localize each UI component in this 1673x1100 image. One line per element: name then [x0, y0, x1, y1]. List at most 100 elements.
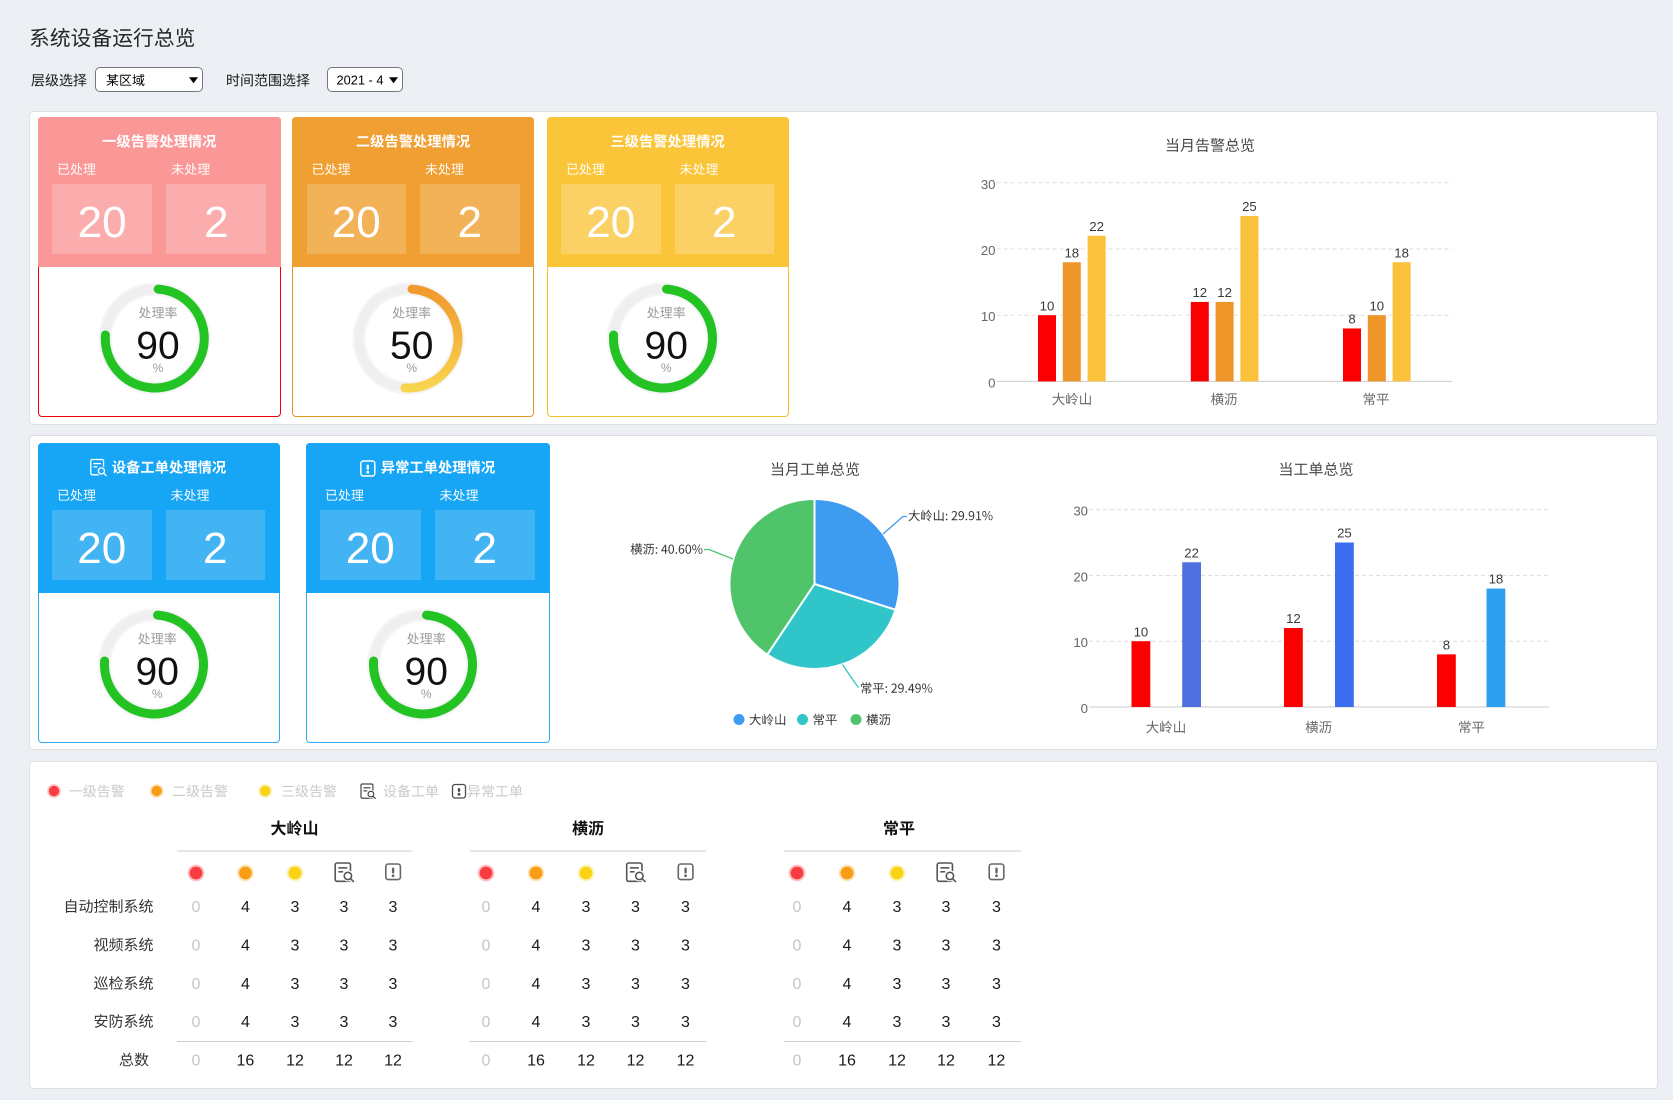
- svg-text:4: 4: [843, 899, 852, 916]
- svg-text:20: 20: [78, 198, 127, 247]
- svg-text:20: 20: [586, 198, 635, 247]
- svg-text:20: 20: [77, 524, 126, 573]
- svg-text:3: 3: [681, 1014, 690, 1031]
- svg-text:3: 3: [389, 937, 398, 954]
- svg-text:0: 0: [482, 976, 491, 993]
- svg-text:16: 16: [527, 1052, 545, 1069]
- svg-text:12: 12: [286, 1052, 304, 1069]
- svg-text:0: 0: [793, 976, 802, 993]
- svg-text:0: 0: [482, 1014, 491, 1031]
- svg-text:0: 0: [793, 899, 802, 916]
- svg-text:2: 2: [473, 524, 497, 573]
- svg-text:10: 10: [981, 309, 996, 324]
- svg-text:3: 3: [992, 937, 1001, 954]
- svg-text:3: 3: [291, 899, 300, 916]
- svg-text:12: 12: [677, 1052, 695, 1069]
- svg-text:%: %: [406, 361, 417, 375]
- svg-text:3: 3: [389, 899, 398, 916]
- svg-text:4: 4: [843, 937, 852, 954]
- svg-text:3: 3: [893, 937, 902, 954]
- svg-text:3: 3: [340, 937, 349, 954]
- svg-text:3: 3: [340, 899, 349, 916]
- svg-text:3: 3: [942, 976, 951, 993]
- svg-text:3: 3: [631, 899, 640, 916]
- svg-text:4: 4: [532, 1014, 541, 1031]
- svg-text:3: 3: [942, 1014, 951, 1031]
- svg-text:18: 18: [1394, 245, 1409, 260]
- svg-text:2: 2: [204, 198, 228, 247]
- svg-text:3: 3: [389, 976, 398, 993]
- svg-text:3: 3: [893, 899, 902, 916]
- svg-text:12: 12: [1192, 285, 1207, 300]
- svg-text:8: 8: [1348, 312, 1355, 327]
- svg-text:8: 8: [1443, 638, 1450, 653]
- svg-text:20: 20: [981, 243, 996, 258]
- svg-text:4: 4: [532, 899, 541, 916]
- svg-text:3: 3: [582, 976, 591, 993]
- svg-text:3: 3: [992, 976, 1001, 993]
- svg-text:16: 16: [237, 1052, 255, 1069]
- svg-text:4: 4: [532, 976, 541, 993]
- svg-text:0: 0: [1081, 701, 1088, 716]
- svg-text:20: 20: [346, 524, 395, 573]
- svg-text:10: 10: [1073, 635, 1088, 650]
- svg-text:3: 3: [893, 976, 902, 993]
- svg-text:3: 3: [681, 937, 690, 954]
- svg-text:20: 20: [1073, 569, 1088, 584]
- svg-text:3: 3: [631, 976, 640, 993]
- svg-text:12: 12: [937, 1052, 955, 1069]
- svg-text:0: 0: [988, 375, 995, 390]
- svg-text:3: 3: [291, 976, 300, 993]
- svg-text:4: 4: [843, 976, 852, 993]
- svg-text:2: 2: [203, 524, 227, 573]
- svg-text:3: 3: [893, 1014, 902, 1031]
- svg-text:4: 4: [241, 1014, 250, 1031]
- svg-text:12: 12: [335, 1052, 353, 1069]
- svg-text:12: 12: [627, 1052, 645, 1069]
- svg-text:3: 3: [631, 937, 640, 954]
- svg-text:22: 22: [1089, 219, 1104, 234]
- svg-text:%: %: [661, 361, 672, 375]
- svg-text:22: 22: [1184, 545, 1199, 560]
- svg-text:3: 3: [582, 937, 591, 954]
- svg-text:10: 10: [1369, 298, 1384, 313]
- svg-text:0: 0: [793, 937, 802, 954]
- svg-text:25: 25: [1242, 199, 1257, 214]
- svg-text:3: 3: [340, 1014, 349, 1031]
- svg-text:0: 0: [793, 1052, 802, 1069]
- svg-text:3: 3: [942, 899, 951, 916]
- svg-text:4: 4: [241, 899, 250, 916]
- svg-text:16: 16: [838, 1052, 856, 1069]
- svg-text:2: 2: [712, 198, 736, 247]
- svg-text:0: 0: [482, 1052, 491, 1069]
- svg-text:0: 0: [192, 899, 201, 916]
- svg-text:12: 12: [384, 1052, 402, 1069]
- svg-text:10: 10: [1040, 298, 1055, 313]
- svg-text:0: 0: [192, 1052, 201, 1069]
- svg-text:0: 0: [192, 1014, 201, 1031]
- svg-text:3: 3: [992, 1014, 1001, 1031]
- svg-text:4: 4: [241, 976, 250, 993]
- svg-text:2: 2: [458, 198, 482, 247]
- svg-text:12: 12: [577, 1052, 595, 1069]
- svg-text:%: %: [152, 687, 163, 701]
- svg-text:0: 0: [192, 976, 201, 993]
- svg-text:12: 12: [1286, 611, 1301, 626]
- svg-text:%: %: [421, 687, 432, 701]
- svg-text:4: 4: [532, 937, 541, 954]
- svg-text:3: 3: [340, 976, 349, 993]
- svg-text:3: 3: [582, 1014, 591, 1031]
- svg-text:10: 10: [1134, 624, 1149, 639]
- svg-text:4: 4: [843, 1014, 852, 1031]
- svg-text:2021 - 4: 2021 - 4: [337, 73, 384, 88]
- svg-text:3: 3: [389, 1014, 398, 1031]
- svg-text:3: 3: [291, 1014, 300, 1031]
- svg-text:12: 12: [1217, 285, 1232, 300]
- svg-text:%: %: [153, 361, 164, 375]
- svg-text:18: 18: [1064, 245, 1079, 260]
- svg-text:20: 20: [332, 198, 381, 247]
- svg-text:3: 3: [582, 899, 591, 916]
- svg-text:18: 18: [1489, 572, 1504, 587]
- svg-text:3: 3: [992, 899, 1001, 916]
- svg-text:3: 3: [631, 1014, 640, 1031]
